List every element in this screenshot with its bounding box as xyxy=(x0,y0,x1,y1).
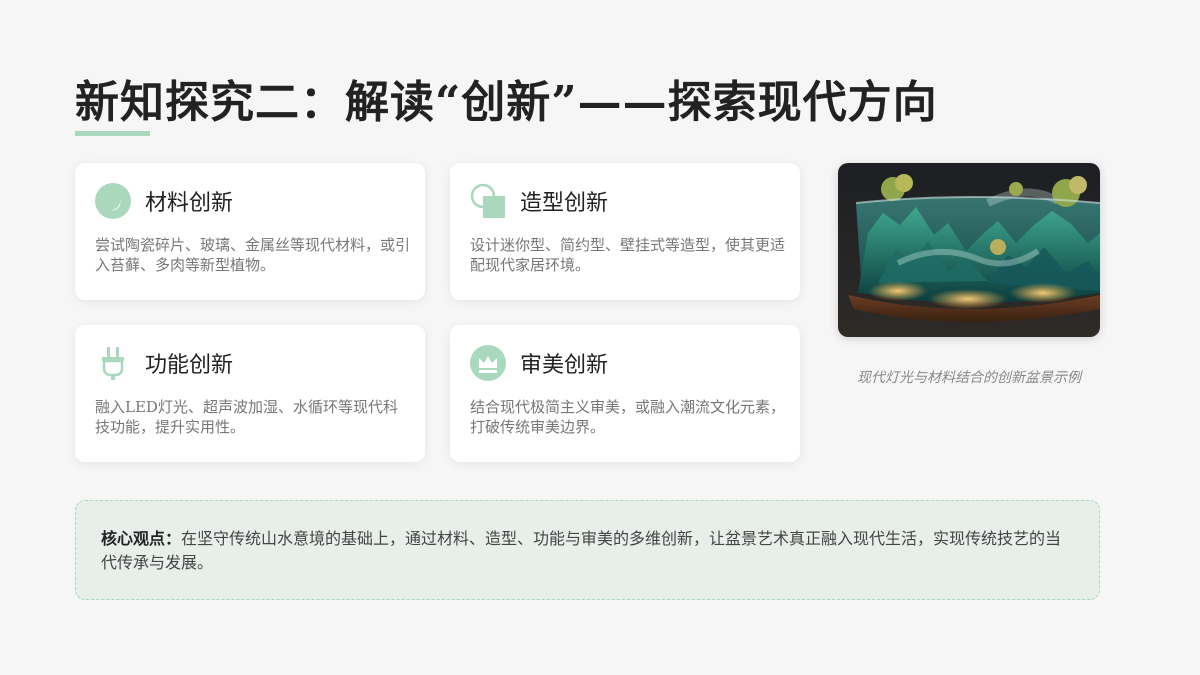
card-title: 功能创新 xyxy=(145,353,234,378)
bonsai-photo xyxy=(838,163,1100,337)
moon-circle-icon xyxy=(95,183,131,219)
card-aesthetic-innovation: 审美创新 结合现代极简主义审美，或融入潮流文化元素，打破传统审美边界。 xyxy=(450,325,800,462)
shapes-icon xyxy=(470,183,506,219)
card-title: 审美创新 xyxy=(520,353,609,378)
card-function-innovation: 功能创新 融入LED灯光、超声波加湿、水循环等现代科技功能，提升实用性。 xyxy=(75,325,425,462)
card-description: 融入LED灯光、超声波加湿、水循环等现代科技功能，提升实用性。 xyxy=(95,398,398,436)
core-viewpoint-text: 核心观点：在坚守传统山水意境的基础上，通过材料、造型、功能与审美的多维创新，让盆… xyxy=(101,527,1071,575)
card-title: 造型创新 xyxy=(520,191,609,216)
photo-caption: 现代灯光与材料结合的创新盆景示例 xyxy=(857,370,1081,386)
card-description: 结合现代极简主义审美，或融入潮流文化元素，打破传统审美边界。 xyxy=(470,398,786,436)
card-description: 设计迷你型、简约型、壁挂式等造型，使其更适配现代家居环境。 xyxy=(470,236,786,274)
core-viewpoint-body: 在坚守传统山水意境的基础上，通过材料、造型、功能与审美的多维创新，让盆景艺术真正… xyxy=(101,529,1062,572)
crown-icon xyxy=(470,345,506,381)
core-viewpoint-box: 核心观点：在坚守传统山水意境的基础上，通过材料、造型、功能与审美的多维创新，让盆… xyxy=(75,500,1100,600)
card-title: 材料创新 xyxy=(145,191,234,216)
card-material-innovation: 材料创新 尝试陶瓷碎片、玻璃、金属丝等现代材料，或引入苔藓、多肉等新型植物。 xyxy=(75,163,425,300)
plug-icon xyxy=(95,345,131,381)
card-description: 尝试陶瓷碎片、玻璃、金属丝等现代材料，或引入苔藓、多肉等新型植物。 xyxy=(95,236,411,274)
title-underline xyxy=(75,131,150,136)
card-shape-innovation: 造型创新 设计迷你型、简约型、壁挂式等造型，使其更适配现代家居环境。 xyxy=(450,163,800,300)
page-title: 新知探究二：解读“创新”——探索现代方向 xyxy=(75,77,938,128)
slide: 新知探究二：解读“创新”——探索现代方向 材料创新 尝试陶瓷碎片、玻璃、金属丝等… xyxy=(0,0,1200,675)
core-viewpoint-label: 核心观点： xyxy=(101,529,182,548)
